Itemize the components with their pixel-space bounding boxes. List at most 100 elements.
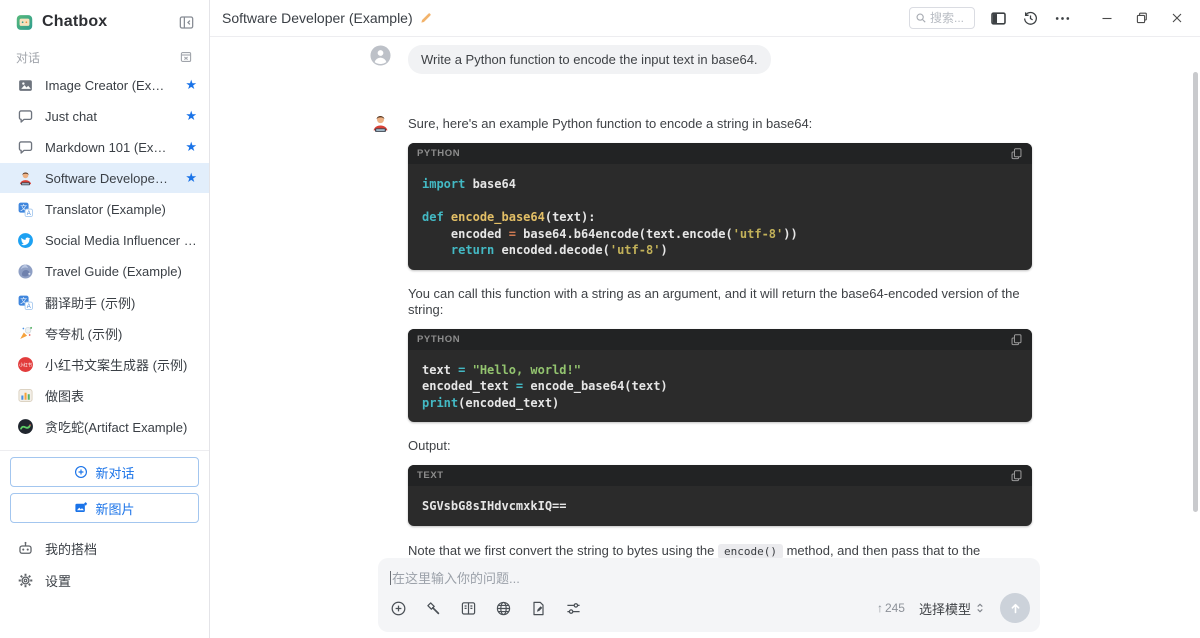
chatbox-logo-icon — [16, 14, 33, 31]
search-input[interactable] — [930, 11, 969, 25]
header-actions — [909, 7, 1188, 29]
new-image-icon — [74, 501, 88, 515]
history-icon[interactable] — [1022, 10, 1039, 27]
app-title: Chatbox — [42, 13, 108, 30]
conversation-title: Markdown 101 (Example) — [45, 139, 170, 155]
assistant-call-paragraph: You can call this function with a string… — [408, 285, 1020, 317]
composer-input[interactable]: 在这里输入你的问题... — [390, 568, 1028, 587]
sidebar-conversation-item[interactable]: Social Media Influencer (Example) — [0, 225, 209, 255]
conversation-list: Image Creator (Example)★ Just chat ★ Markdo… — [0, 70, 209, 442]
chatbox-window: Chatbox 对话 Image Creator (Example)★Just … — [0, 0, 1200, 638]
conversation-title-header: Software Developer (Example) — [222, 10, 413, 26]
sidebar-conversation-item[interactable]: 文 A 翻译助手 (示例) — [0, 287, 209, 317]
sidebar-conversation-item[interactable]: 夸夸机 (示例) — [0, 318, 209, 348]
sidebar-conversation-item[interactable]: 贪吃蛇(Artifact Example) — [0, 411, 209, 441]
sidebar-conversation-item[interactable]: Just chat ★ — [0, 101, 209, 131]
sidebar-conversation-item[interactable]: Software Developer (Example) ★ — [0, 163, 209, 193]
sidebar-footer-links: 我的搭档 设置 — [0, 532, 209, 596]
token-arrow: ↑ — [876, 601, 883, 615]
output-label: Output: — [408, 438, 451, 453]
gear-icon — [17, 572, 34, 589]
sidebar-conversation-item[interactable]: 文 A Translator (Example) — [0, 194, 209, 224]
chat-bubble-icon — [17, 139, 34, 156]
composer-toolbar-icons — [390, 600, 582, 617]
image-icon — [17, 77, 34, 94]
code-block-output: TEXT SGVsbG8sIHdvcmxkIQ== — [408, 465, 1032, 526]
user-avatar-icon — [370, 45, 391, 66]
more-options-icon[interactable] — [1054, 10, 1071, 27]
token-counter: ↑ 245 — [877, 601, 905, 615]
conversation-title: Just chat — [45, 108, 98, 124]
assistant-message-row: Sure, here's an example Python function … — [370, 113, 1032, 629]
translate-icon: 文A — [17, 294, 34, 311]
svg-text:A: A — [27, 210, 31, 216]
search-box[interactable] — [909, 7, 975, 29]
sidebar-header: Chatbox — [0, 0, 209, 44]
new-chat-button[interactable]: 新对话 — [10, 457, 199, 487]
conversations-section-label: 对话 — [16, 50, 41, 65]
new-chat-label: 新对话 — [95, 465, 135, 481]
main-panel: Software Developer (Example) 搜索... Write… — [210, 0, 1200, 638]
code-content: text = "Hello, world!" encoded_text = enc… — [422, 362, 668, 410]
tools-hammer-icon[interactable] — [425, 600, 442, 617]
conversation-title: Translator (Example) — [45, 201, 166, 217]
token-count-value: 245 — [884, 601, 905, 615]
sidebar-conversation-item[interactable]: Markdown 101 (Example) ★ — [0, 132, 209, 162]
close-window-icon[interactable] — [1170, 11, 1184, 25]
sidebar: Chatbox 对话 Image Creator (Example)★Just … — [0, 0, 210, 638]
my-copilots-link[interactable]: 我的搭档 — [0, 532, 209, 564]
sidebar-conversation-item[interactable]: Image Creator (Example) ★ — [0, 70, 209, 100]
sidebar-conversation-item[interactable]: 做图表 — [0, 380, 209, 410]
conversation-title: 贪吃蛇(Artifact Example) — [45, 419, 188, 435]
restore-window-icon[interactable] — [1135, 11, 1149, 25]
send-arrow-icon — [1007, 600, 1024, 617]
layout-toggle-icon[interactable] — [990, 10, 1007, 27]
assistant-intro-paragraph: Sure, here's an example Python function … — [408, 116, 813, 131]
new-image-label: 新图片 — [95, 501, 135, 517]
conversation-title: 小红书文案生成器 (示例) — [45, 357, 188, 373]
chat-scroll-area[interactable]: Write a Python function to encode the in… — [210, 38, 1200, 638]
xiaohongshu-icon: 小红书 — [17, 356, 34, 373]
copy-icon[interactable] — [1010, 469, 1023, 482]
collapse-sidebar-icon[interactable] — [178, 14, 195, 31]
code-language-label: TEXT — [417, 470, 444, 481]
settings-link[interactable]: 设置 — [0, 564, 209, 596]
knowledge-book-icon[interactable] — [460, 600, 477, 617]
model-select[interactable]: 选择模型 — [919, 599, 986, 618]
composer[interactable]: 在这里输入你的问题... ↑ 245 选择模型 — [378, 558, 1040, 632]
conversation-title: Image Creator (Example) — [45, 77, 170, 93]
conversation-title: Travel Guide (Example) — [45, 263, 182, 279]
star-icon: ★ — [185, 108, 197, 123]
window-controls — [1100, 11, 1188, 25]
quote-doc-icon[interactable] — [530, 600, 547, 617]
code-language-label: PYTHON — [417, 333, 461, 345]
user-message-bubble: Write a Python function to encode the in… — [408, 45, 771, 74]
snake-game-icon — [17, 418, 34, 435]
sidebar-conversation-item[interactable]: Travel Guide (Example) — [0, 256, 209, 286]
send-button[interactable] — [1000, 593, 1030, 623]
conversation-title: 翻译助手 (示例) — [45, 295, 136, 311]
praise-bird-icon — [17, 325, 34, 342]
web-globe-icon[interactable] — [495, 600, 512, 617]
copy-icon[interactable] — [1010, 147, 1023, 160]
chat-bubble-icon — [17, 108, 34, 125]
chat-scrollbar-thumb[interactable] — [1193, 72, 1198, 512]
edit-title-pencil-icon[interactable] — [420, 12, 432, 24]
developer-avatar-icon — [17, 170, 34, 187]
settings-sliders-icon[interactable] — [565, 600, 582, 617]
code-block-header: TEXT — [408, 465, 1032, 486]
conversation-title: 做图表 — [45, 388, 85, 404]
clear-conversations-icon[interactable] — [179, 50, 193, 64]
sidebar-conversation-item[interactable]: 小红书 小红书文案生成器 (示例) — [0, 349, 209, 379]
code-language-label: PYTHON — [417, 148, 461, 159]
copy-icon[interactable] — [1010, 333, 1023, 346]
conversation-title: Software Developer (Example) — [45, 170, 170, 186]
conversations-section-header: 对话 — [0, 44, 209, 70]
search-icon — [915, 12, 927, 24]
code-block-python-2: PYTHON text = "Hello, world!" encoded_text… — [408, 328, 1032, 422]
conversation-title: 夸夸机 (示例) — [45, 326, 123, 342]
new-image-button[interactable]: 新图片 — [10, 493, 199, 523]
attach-plus-icon[interactable] — [390, 600, 407, 617]
code-block-header: PYTHON — [408, 143, 1032, 164]
minimize-window-icon[interactable] — [1100, 11, 1114, 25]
